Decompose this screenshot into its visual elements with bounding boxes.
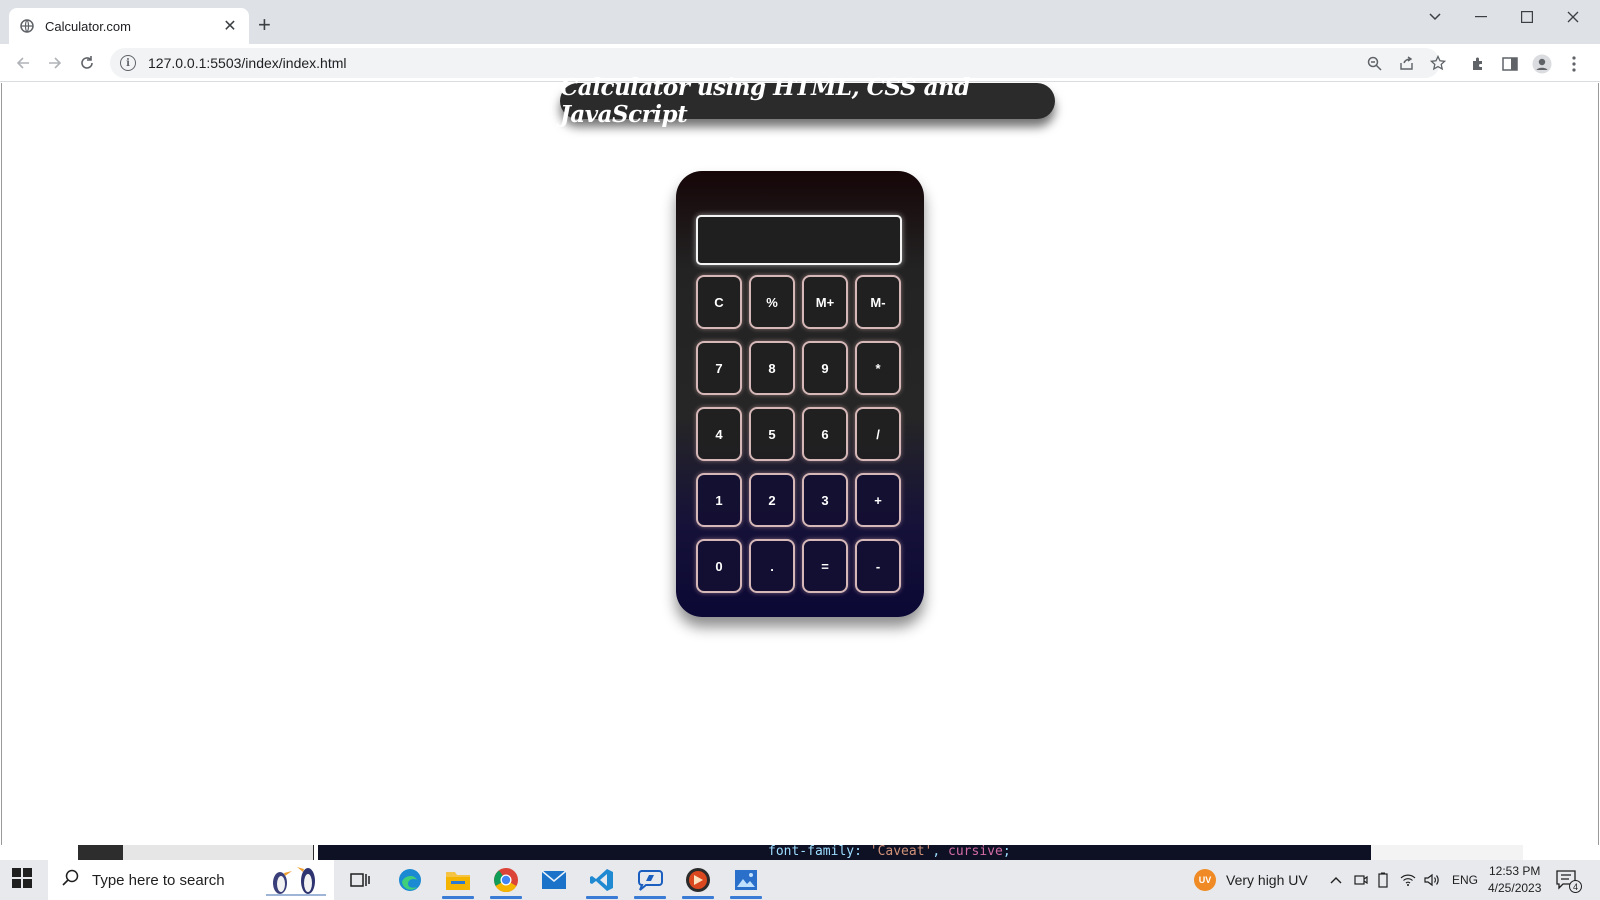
browser-tab-strip: Calculator.com ✕ + [0,0,1600,44]
background-code-editor: font-family: 'Caveat', cursive; [318,845,1371,860]
clear-button[interactable]: C [696,275,742,329]
browser-tab[interactable]: Calculator.com ✕ [9,8,249,44]
minimize-icon[interactable] [1458,0,1504,34]
app-icon[interactable] [628,864,672,899]
language-indicator[interactable]: ENG [1452,860,1478,900]
task-view-icon[interactable] [338,864,382,896]
wifi-icon[interactable] [1400,860,1416,900]
url-text: 127.0.0.1:5503/index/index.html [148,55,347,71]
digit-3-button[interactable]: 3 [802,473,848,527]
share-icon[interactable] [1395,52,1417,74]
maximize-icon[interactable] [1504,0,1550,34]
meet-now-icon[interactable] [1354,860,1368,900]
mail-icon[interactable] [532,864,576,896]
weather-text: Very high UV [1226,872,1308,888]
uv-icon: UV [1194,869,1216,891]
tab-close-icon[interactable]: ✕ [221,16,239,36]
digit-6-button[interactable]: 6 [802,407,848,461]
add-button[interactable]: + [855,473,901,527]
notifications-icon[interactable]: 4 [1556,860,1582,900]
memory-add-button[interactable]: M+ [802,275,848,329]
forward-icon[interactable] [42,50,68,76]
profile-avatar-icon[interactable] [1530,52,1554,76]
taskbar: Type here to search UV Very high UV ENG … [0,860,1600,900]
extensions-icon[interactable] [1466,52,1490,76]
page-heading: Calculator using HTML, CSS and JavaScrip… [560,74,1055,128]
digit-0-button[interactable]: 0 [696,539,742,593]
vscode-icon[interactable] [580,864,624,899]
volume-icon[interactable] [1424,860,1440,900]
media-icon[interactable] [676,864,720,899]
decimal-button[interactable]: . [749,539,795,593]
search-icon [62,869,80,892]
digit-9-button[interactable]: 9 [802,341,848,395]
digit-4-button[interactable]: 4 [696,407,742,461]
clock[interactable]: 12:53 PM 4/25/2023 [1488,860,1541,900]
page-content: Calculator using HTML, CSS and JavaScrip… [1,74,1599,845]
digit-8-button[interactable]: 8 [749,341,795,395]
tab-title: Calculator.com [45,18,131,34]
penguins-illustration-icon [258,863,334,897]
notification-count: 4 [1569,880,1582,893]
globe-icon [19,18,35,34]
background-window-right [1371,845,1523,860]
bookmark-star-icon[interactable] [1427,52,1449,74]
memory-subtract-button[interactable]: M- [855,275,901,329]
code-line: font-family: 'Caveat', cursive; [768,845,1011,859]
digit-2-button[interactable]: 2 [749,473,795,527]
chrome-icon[interactable] [484,864,528,899]
equals-button[interactable]: = [802,539,848,593]
battery-icon[interactable] [1378,860,1388,900]
new-tab-button[interactable]: + [258,14,271,36]
clock-date: 4/25/2023 [1488,881,1542,895]
photos-icon[interactable] [724,864,768,899]
edge-icon[interactable] [388,864,432,896]
chrome-menu-icon[interactable] [1562,52,1586,76]
subtract-button[interactable]: - [855,539,901,593]
tab-search-icon[interactable] [1412,0,1458,34]
windows-start-icon[interactable] [12,868,36,892]
side-panel-icon[interactable] [1498,52,1522,76]
background-window-strip: font-family: 'Caveat', cursive; [0,845,1600,860]
show-hidden-icons[interactable] [1330,860,1342,900]
reload-icon[interactable] [74,50,100,76]
zoom-icon[interactable] [1363,52,1385,74]
file-explorer-icon[interactable] [436,864,480,899]
background-window [78,845,314,860]
calculator: C% M+ M- 7 8 9 * 4 5 6/ 1 2 3 +0. = - [676,171,924,617]
divide-button[interactable]: / [855,407,901,461]
percent-button[interactable]: % [749,275,795,329]
calculator-display[interactable] [696,215,902,265]
weather-widget[interactable]: UV Very high UV [1194,860,1308,900]
digit-1-button[interactable]: 1 [696,473,742,527]
site-info-icon[interactable]: i [120,55,136,71]
multiply-button[interactable]: * [855,341,901,395]
digit-5-button[interactable]: 5 [749,407,795,461]
back-icon[interactable] [10,50,36,76]
clock-time: 12:53 PM [1489,864,1541,878]
close-window-icon[interactable] [1550,0,1596,34]
digit-7-button[interactable]: 7 [696,341,742,395]
search-placeholder: Type here to search [92,871,225,889]
